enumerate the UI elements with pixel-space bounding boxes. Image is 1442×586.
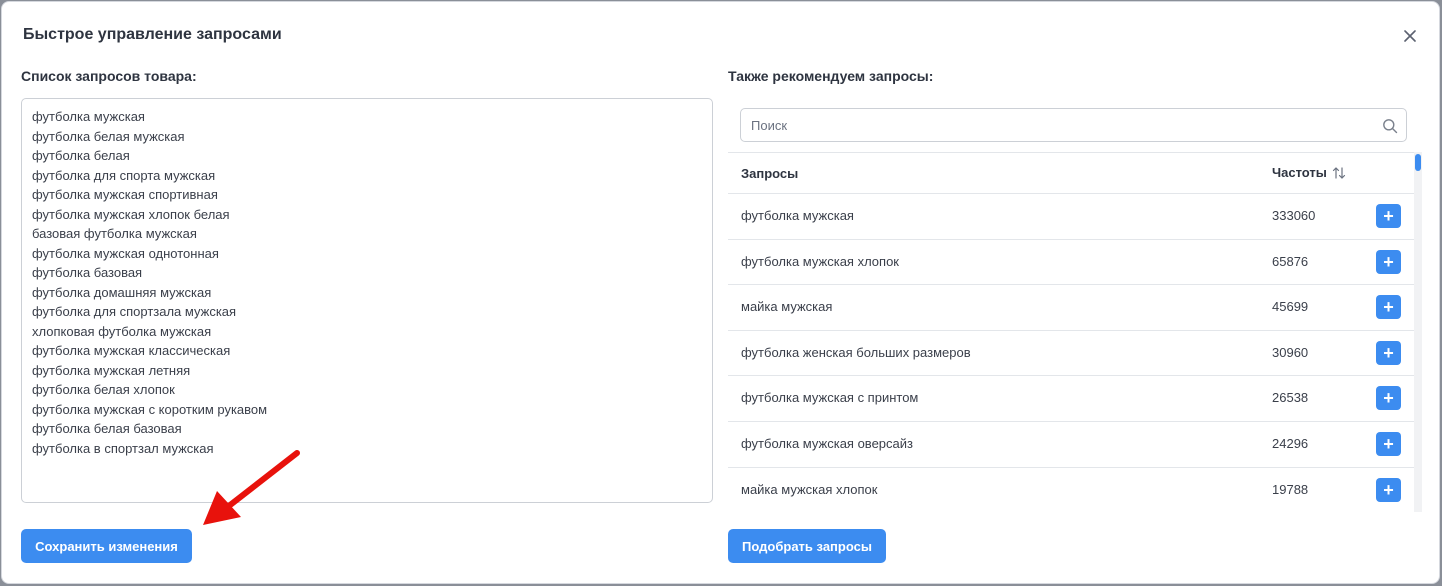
row-query: футболка женская больших размеров — [741, 344, 971, 360]
search-icon[interactable] — [1382, 118, 1398, 134]
close-button[interactable] — [1400, 26, 1420, 46]
column-header-frequency[interactable]: Частоты — [1272, 165, 1346, 180]
row-frequency: 30960 — [1272, 344, 1309, 360]
save-changes-button[interactable]: Сохранить изменения — [21, 529, 192, 563]
query-line: футболка базовая — [32, 265, 143, 280]
close-icon — [1404, 30, 1416, 42]
annotation-arrow-icon — [203, 450, 300, 525]
row-query: майка мужская хлопок — [741, 481, 878, 497]
add-query-button[interactable]: + — [1376, 340, 1401, 365]
query-line: футболка белая — [32, 148, 130, 163]
recommended-queries-table: Запросы Частоты футболка мужская 333060 + ф… — [728, 152, 1414, 512]
table-row: футболка мужская хлопок 65876 + — [728, 240, 1414, 286]
add-query-button[interactable]: + — [1376, 204, 1401, 228]
add-query-button[interactable]: + — [1376, 386, 1401, 411]
query-line: футболка белая мужская — [32, 128, 185, 144]
row-frequency: 333060 — [1272, 208, 1316, 223]
add-query-button[interactable]: + — [1376, 477, 1401, 502]
table-row: футболка женская больших размеров 30960 + — [728, 331, 1414, 377]
recommended-queries-label: Также рекомендуем запросы: — [728, 68, 934, 84]
query-line: футболка домашняя мужская — [32, 284, 212, 300]
table-scrollbar[interactable] — [1414, 152, 1422, 512]
column-header-queries: Запросы — [741, 166, 799, 181]
table-scrollbar-thumb[interactable] — [1415, 154, 1421, 171]
query-line: футболка для спортзала мужская — [32, 304, 237, 319]
row-frequency: 65876 — [1272, 253, 1309, 269]
table-row: майка мужская 45699 + — [728, 285, 1414, 331]
row-query: футболка мужская — [741, 208, 854, 223]
table-row: футболка мужская 333060 + — [728, 194, 1414, 240]
row-frequency: 19788 — [1272, 481, 1309, 497]
table-header: Запросы Частоты — [728, 152, 1414, 194]
row-query: футболка мужская с принтом — [741, 390, 919, 406]
query-line: базовая футболка мужская — [32, 226, 197, 241]
row-frequency: 26538 — [1272, 390, 1309, 406]
search-box — [740, 108, 1407, 142]
query-line: футболка мужская однотонная — [32, 245, 219, 261]
product-queries-label: Список запросов товара: — [21, 68, 197, 84]
row-frequency: 45699 — [1272, 299, 1309, 315]
modal-title: Быстрое управление запросами — [23, 26, 282, 43]
query-line: футболка мужская — [32, 109, 145, 124]
column-header-frequency-label: Частоты — [1272, 165, 1327, 180]
query-line: футболка белая базовая — [32, 421, 182, 436]
query-line: футболка белая хлопок — [32, 382, 175, 397]
search-input[interactable] — [751, 109, 1371, 141]
table-body: футболка мужская 333060 + футболка мужская … — [728, 194, 1414, 512]
query-line: футболка мужская хлопок белая — [32, 206, 230, 222]
sort-icon[interactable] — [1332, 166, 1346, 180]
query-line: футболка в спортзал мужская — [32, 440, 214, 456]
table-row: футболка мужская оверсайз 24296 + — [728, 422, 1414, 468]
query-line: футболка мужская спортивная — [32, 187, 218, 202]
row-query: футболка мужская хлопок — [741, 253, 899, 269]
table-row: футболка мужская с принтом 26538 + — [728, 376, 1414, 422]
add-query-button[interactable]: + — [1376, 295, 1401, 320]
query-line: хлопковая футболка мужская — [32, 323, 212, 339]
table-row: майка мужская хлопок 19788 + — [728, 468, 1414, 512]
query-line: футболка мужская летняя — [32, 362, 191, 378]
query-line: футболка для спорта мужская — [32, 167, 216, 183]
query-line: футболка мужская с коротким рукавом — [32, 401, 268, 417]
product-queries-textarea[interactable]: футболка мужская футболка белая мужская фу… — [21, 98, 713, 503]
row-query: майка мужская — [741, 299, 833, 315]
add-query-button[interactable]: + — [1376, 431, 1401, 456]
row-frequency: 24296 — [1272, 435, 1309, 451]
pick-queries-button[interactable]: Подобрать запросы — [728, 529, 886, 563]
query-line: футболка мужская классическая — [32, 343, 231, 358]
row-query: футболка мужская оверсайз — [741, 435, 913, 451]
add-query-button[interactable]: + — [1376, 249, 1401, 274]
